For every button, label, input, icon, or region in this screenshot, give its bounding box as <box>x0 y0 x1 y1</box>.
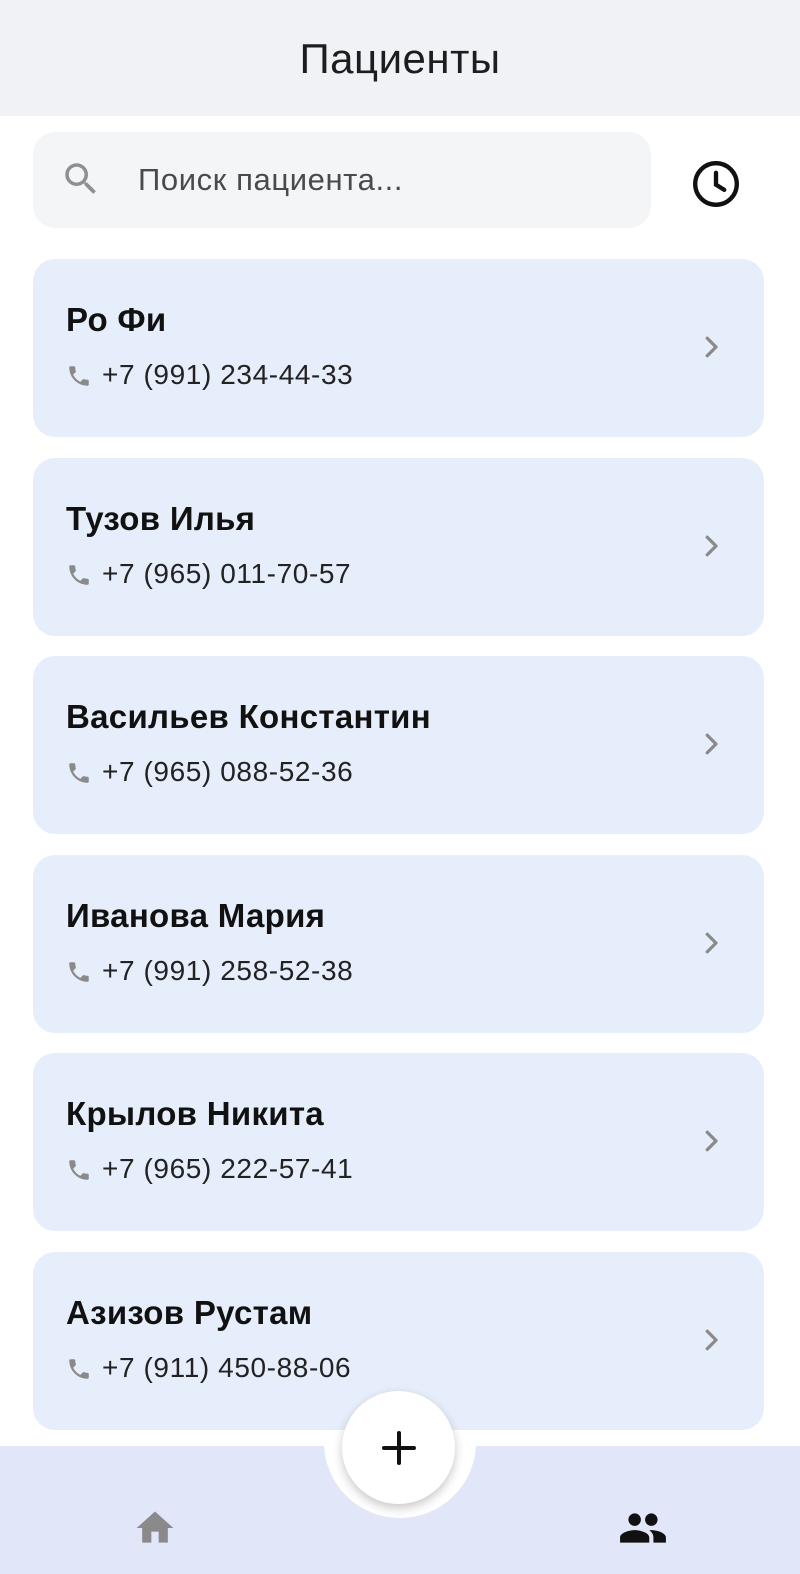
phone-icon <box>69 962 89 982</box>
page-title: Пациенты <box>299 35 501 82</box>
patient-card[interactable]: Ро Фи +7 (991) 234-44-33 <box>33 259 764 437</box>
add-patient-button[interactable] <box>342 1391 455 1504</box>
phone-icon <box>69 1160 89 1181</box>
patient-name: Крылов Никита <box>66 1095 324 1133</box>
clock-icon <box>693 161 739 207</box>
phone-icon <box>69 763 89 783</box>
home-icon <box>136 1511 174 1543</box>
patient-phone: +7 (911) 450-88-06 <box>102 1352 352 1383</box>
chevron-right-icon <box>705 336 718 358</box>
patient-name: Ро Фи <box>66 301 167 338</box>
patient-card[interactable]: Тузов Илья +7 (965) 011-70-57 <box>33 457 764 636</box>
chevron-right-icon <box>705 1131 718 1152</box>
nav-patients[interactable] <box>614 1502 672 1554</box>
patient-card[interactable]: Крылов Никита +7 (965) 222-57-41 <box>33 1053 764 1232</box>
chevron-right-icon <box>705 733 718 755</box>
patient-phone: +7 (991) 234-44-33 <box>102 359 354 390</box>
patient-name: Иванова Мария <box>66 896 326 934</box>
chevron-right-icon <box>705 1329 718 1351</box>
phone-icon <box>69 1359 89 1379</box>
phone-icon <box>69 564 89 585</box>
patient-card[interactable]: Иванова Мария +7 (991) 258-52-38 <box>33 854 764 1033</box>
plus-icon <box>381 1430 416 1465</box>
patient-phone: +7 (991) 258-52-38 <box>102 954 354 986</box>
search-input[interactable] <box>138 150 628 210</box>
patient-phone: +7 (965) 222-57-41 <box>102 1153 354 1185</box>
phone-icon <box>69 366 89 386</box>
people-icon <box>620 1513 666 1543</box>
patient-phone: +7 (965) 011-70-57 <box>102 557 352 589</box>
history-button[interactable] <box>688 156 744 212</box>
patient-phone: +7 (965) 088-52-36 <box>102 756 354 788</box>
nav-home[interactable] <box>126 1502 184 1554</box>
chevron-right-icon <box>705 932 718 954</box>
patient-name: Тузов Илья <box>66 499 256 537</box>
patient-name: Васильев Константин <box>66 698 431 736</box>
app-bar: Пациенты <box>0 0 800 116</box>
patient-card[interactable]: Васильев Константин +7 (965) 088-52-36 <box>33 656 764 835</box>
patient-name: Азизов Рустам <box>66 1294 313 1331</box>
search-icon <box>65 163 96 194</box>
chevron-right-icon <box>705 535 718 556</box>
